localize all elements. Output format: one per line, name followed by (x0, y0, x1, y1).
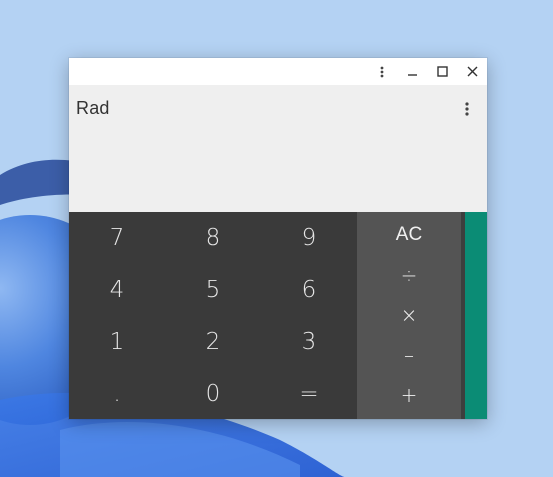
minimize-button[interactable] (397, 58, 427, 85)
key-multiply[interactable]: × (357, 295, 461, 335)
key-0[interactable]: 0 (165, 368, 261, 419)
more-vert-icon (380, 66, 384, 77)
angle-mode-label: Rad (76, 98, 110, 118)
key-divide[interactable]: ÷ (357, 255, 461, 295)
key-subtract[interactable]: – (357, 335, 461, 375)
title-bar (69, 58, 487, 85)
key-add[interactable]: + (357, 375, 461, 415)
key-6[interactable]: 6 (261, 264, 357, 316)
key-decimal[interactable]: . (69, 368, 165, 419)
keypad: 7 8 9 4 5 6 1 2 3 . 0 = AC ÷ × – + (69, 212, 487, 419)
close-button[interactable] (457, 58, 487, 85)
calculator-window: Rad 7 8 9 4 5 6 1 2 3 . 0 = AC ÷ × – + (69, 58, 487, 419)
overflow-menu-button[interactable] (457, 98, 477, 120)
key-2[interactable]: 2 (165, 316, 261, 368)
key-5[interactable]: 5 (165, 264, 261, 316)
key-all-clear[interactable]: AC (357, 215, 461, 255)
key-7[interactable]: 7 (69, 212, 165, 264)
maximize-button[interactable] (427, 58, 457, 85)
key-9[interactable]: 9 (261, 212, 357, 264)
key-equals[interactable]: = (261, 368, 357, 419)
key-1[interactable]: 1 (69, 316, 165, 368)
calculator-display: Rad (69, 85, 487, 212)
maximize-icon (436, 66, 448, 77)
key-8[interactable]: 8 (165, 212, 261, 264)
close-icon (467, 66, 477, 77)
window-menu-button[interactable] (367, 58, 397, 85)
advanced-functions-panel[interactable] (465, 212, 487, 419)
more-vert-icon (465, 102, 469, 116)
minimize-icon (407, 74, 417, 76)
key-3[interactable]: 3 (261, 316, 357, 368)
digit-pad: 7 8 9 4 5 6 1 2 3 . 0 = (69, 212, 357, 419)
key-4[interactable]: 4 (69, 264, 165, 316)
operator-pad: AC ÷ × – + (357, 212, 461, 419)
